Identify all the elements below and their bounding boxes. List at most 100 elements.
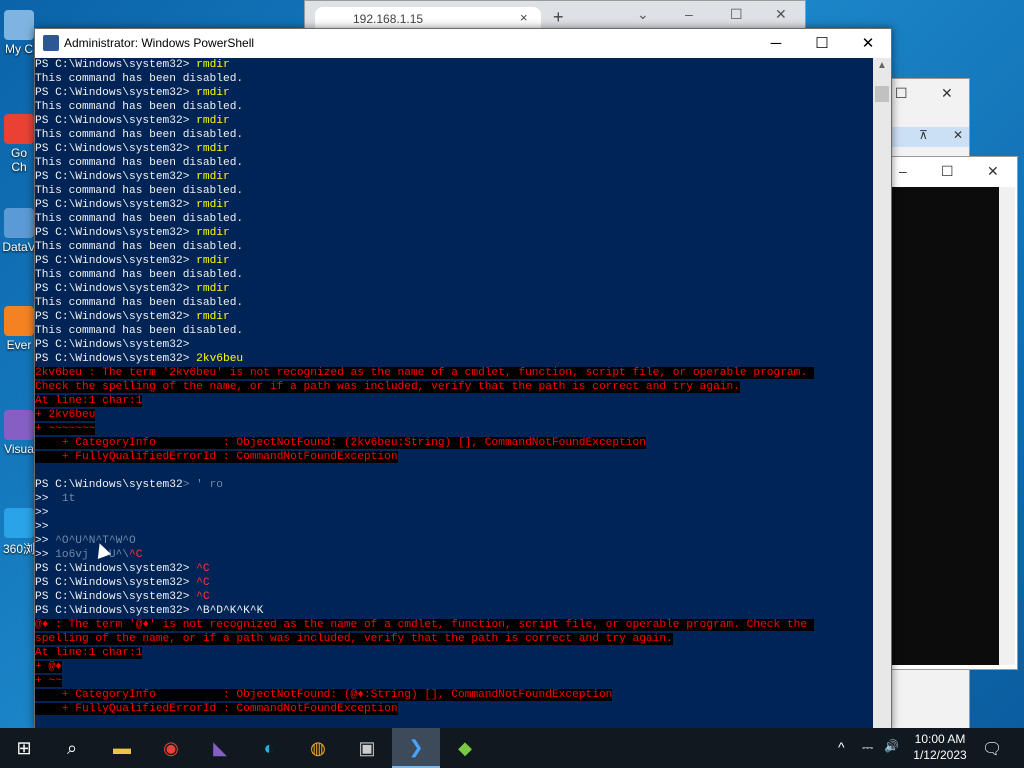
console-text: >> <box>35 493 56 505</box>
window-title: Administrator: Windows PowerShell <box>64 36 255 50</box>
notifications-icon[interactable]: 🗨 <box>982 739 1002 759</box>
desktop-icon-label: Visua <box>4 442 34 456</box>
console-text: rmdir <box>196 115 230 127</box>
minimize-button[interactable]: ─ <box>753 29 799 58</box>
tab-search-icon[interactable]: ⌄ <box>637 6 649 23</box>
browser-tab-title: 192.168.1.15 <box>353 12 424 26</box>
powershell-window[interactable]: Administrator: Windows PowerShell ─ ☐ ✕ … <box>34 28 892 730</box>
console-text: 1t <box>55 493 76 505</box>
search-button[interactable]: ⌕ <box>48 728 96 768</box>
console-line: PS C:\Windows\system32> ^B^D^K^K^K <box>35 604 814 618</box>
dropdown-icon[interactable]: ⊼ <box>919 128 928 142</box>
console-line: PS C:\Windows\system32> ^C <box>35 576 814 590</box>
console-text: PS C:\Windows\system32> <box>35 171 197 183</box>
console-text: > ' ro <box>182 479 223 491</box>
console-line: This command has been disabled. <box>35 212 814 226</box>
console-text: + FullyQualifiedErrorId : CommandNotFoun… <box>35 703 398 715</box>
console-line: + CategoryInfo : ObjectNotFound: (@♦:Str… <box>35 688 814 702</box>
desktop-icon[interactable]: 360浏 <box>2 508 36 557</box>
console-text: At line:1 char:1 <box>35 647 143 659</box>
browser-close-button[interactable]: ✕ <box>775 6 787 23</box>
maximize-button[interactable]: ☐ <box>799 29 845 58</box>
console-text: rmdir <box>196 171 230 183</box>
console-text: This command has been disabled. <box>35 185 244 197</box>
taskbar-file-explorer-button[interactable]: ▬ <box>98 728 146 768</box>
close-button[interactable]: ✕ <box>845 29 891 58</box>
console-text: spelling of the name, or if a path was i… <box>35 633 673 645</box>
console-text: PS C:\Windows\system32> <box>35 227 197 239</box>
console-line: >> 1o6vj ^U^\^C <box>35 548 814 562</box>
console-text: This command has been disabled. <box>35 101 244 113</box>
console-line: PS C:\Windows\system32> <box>35 338 814 352</box>
desktop-icon[interactable]: DataV <box>2 208 36 254</box>
title-bar[interactable]: Administrator: Windows PowerShell ─ ☐ ✕ <box>35 29 891 58</box>
desktop-icon[interactable]: Ever <box>2 306 36 352</box>
desktop-icon[interactable]: Go Ch <box>2 114 36 174</box>
maximize-button[interactable]: ☐ <box>895 85 908 102</box>
desktop-icon[interactable]: Visua <box>2 410 36 456</box>
taskbar-visual-studio-button[interactable]: ◣ <box>196 728 244 768</box>
console-line: This command has been disabled. <box>35 128 814 142</box>
close-button[interactable]: ✕ <box>941 85 953 102</box>
taskbar-powershell-button[interactable]: ❯ <box>392 728 440 768</box>
browser-minimize-button[interactable]: – <box>685 6 693 22</box>
vertical-scrollbar[interactable]: ▲ <box>873 58 891 729</box>
console-text: rmdir <box>196 227 230 239</box>
console-line: + @♦ <box>35 660 814 674</box>
app-icon <box>4 306 34 336</box>
taskbar-cmd-button[interactable]: ▣ <box>343 728 391 768</box>
tray-chevron-icon[interactable]: ^ <box>838 739 845 755</box>
console-area[interactable] <box>891 187 999 665</box>
console-text: + CategoryInfo : ObjectNotFound: (@♦:Str… <box>35 689 613 701</box>
console-line: PS C:\Windows\system32> rmdir <box>35 310 814 324</box>
desktop-icon-label: DataV <box>2 240 36 254</box>
console-text: rmdir <box>196 311 230 323</box>
visual-studio-icon: ◣ <box>213 737 227 758</box>
scrollbar-thumb[interactable] <box>875 86 889 102</box>
scroll-up-icon[interactable]: ▲ <box>877 60 887 71</box>
chrome-icon: ◉ <box>163 737 179 758</box>
start-button[interactable]: ⊞ <box>0 728 48 768</box>
close-button[interactable]: ✕ <box>987 163 999 180</box>
taskbar-360-browser-button[interactable]: ◍ <box>294 728 342 768</box>
scrollbar[interactable] <box>999 187 1015 665</box>
desktop-icon[interactable]: My C <box>2 10 36 56</box>
desktop-icon-label: 360浏 <box>2 542 36 556</box>
console-text: This command has been disabled. <box>35 269 244 281</box>
console-line: This command has been disabled. <box>35 324 814 338</box>
console-line: + ~~~~~~~ <box>35 422 814 436</box>
app-icon <box>4 508 34 538</box>
console-line: @♦ : The term '@♦' is not recognized as … <box>35 618 814 632</box>
taskbar-chrome-button[interactable]: ◉ <box>147 728 195 768</box>
console-line: PS C:\Windows\system32> rmdir <box>35 198 814 212</box>
taskbar-maps-button[interactable]: ◆ <box>441 728 489 768</box>
console-text: PS C:\Windows\system32> <box>35 59 197 71</box>
tab-close-icon[interactable]: × <box>520 10 528 25</box>
console-line: + ~~ <box>35 674 814 688</box>
console-text: This command has been disabled. <box>35 297 244 309</box>
console-text: PS C:\Windows\system32> <box>35 311 197 323</box>
console-text: PS C:\Windows\system32> <box>35 143 197 155</box>
clock[interactable]: 10:00 AM 1/12/2023 <box>910 731 970 763</box>
console-line: PS C:\Windows\system32> rmdir <box>35 114 814 128</box>
new-tab-button[interactable]: + <box>553 7 564 28</box>
console-line: PS C:\Windows\system32> ^C <box>35 562 814 576</box>
network-icon[interactable]: ⎓ <box>862 739 873 756</box>
console-text: PS C:\Windows\system32> <box>35 605 197 617</box>
console-line: PS C:\Windows\system32> rmdir <box>35 86 814 100</box>
maximize-button[interactable]: ☐ <box>941 163 954 180</box>
console-line: This command has been disabled. <box>35 156 814 170</box>
pane-close-icon[interactable]: ✕ <box>953 128 963 142</box>
console-text: This command has been disabled. <box>35 241 244 253</box>
taskbar-edge-button[interactable]: ◐ <box>245 728 293 768</box>
console-text: >> <box>35 507 49 519</box>
console-text: ^C <box>196 591 210 603</box>
volume-icon[interactable]: 🔊 <box>884 739 899 753</box>
console-window-background[interactable]: – ☐ ✕ <box>890 156 1018 670</box>
console-text: This command has been disabled. <box>35 325 244 337</box>
minimize-button[interactable]: – <box>899 163 907 179</box>
console-output[interactable]: PS C:\Windows\system32> rmdir This comman… <box>35 58 873 729</box>
console-line: PS C:\Windows\system32> rmdir <box>35 226 814 240</box>
console-line: PS C:\Windows\system32> rmdir <box>35 170 814 184</box>
browser-maximize-button[interactable]: ☐ <box>730 6 743 23</box>
